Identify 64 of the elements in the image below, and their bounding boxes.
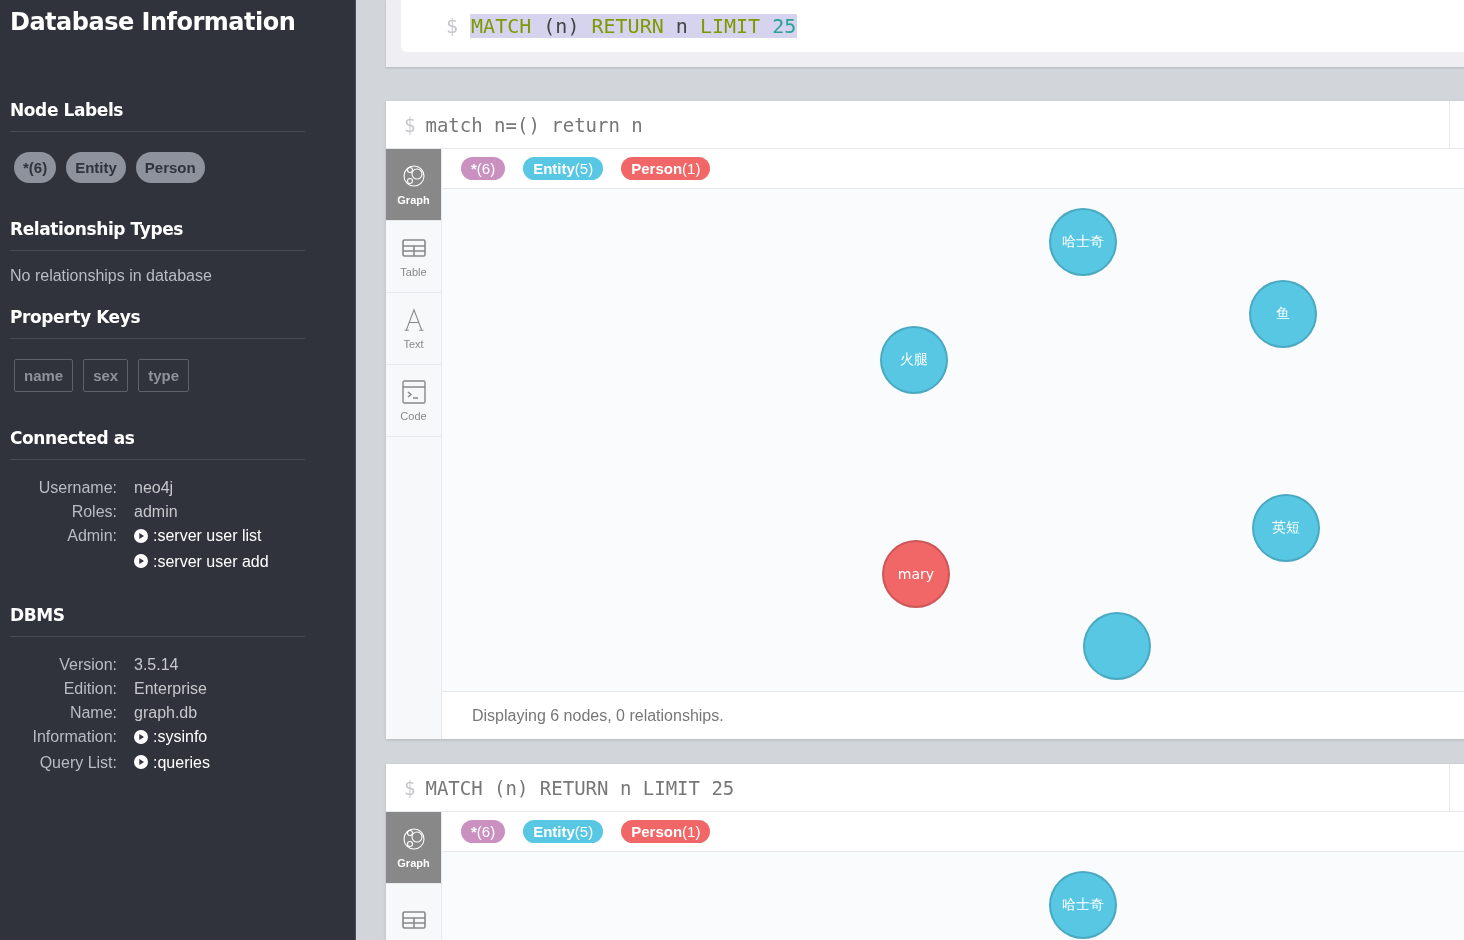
view-tab[interactable]: Text bbox=[386, 293, 441, 365]
terminal-icon bbox=[401, 379, 426, 404]
field-label: Version: bbox=[59, 656, 117, 673]
section-heading: DBMS bbox=[10, 605, 305, 637]
empty-note: No relationships in database bbox=[10, 267, 213, 285]
label-chip[interactable]: Entity bbox=[66, 152, 126, 183]
label-chip[interactable]: Entity(5) bbox=[523, 820, 604, 843]
field-label: Admin: bbox=[67, 527, 117, 544]
label-chip[interactable]: *(6) bbox=[461, 157, 506, 180]
play-icon bbox=[134, 528, 148, 543]
section-heading: Node Labels bbox=[10, 100, 305, 132]
prompt-sign: $ bbox=[446, 14, 459, 38]
prompt-sign: $ bbox=[404, 113, 416, 136]
field-label: Roles: bbox=[71, 503, 117, 520]
field-value: neo4j bbox=[134, 479, 174, 496]
section-heading: Relationship Types bbox=[10, 219, 305, 251]
command-link[interactable]: :server user list bbox=[134, 525, 262, 546]
label-chip[interactable]: Person(1) bbox=[621, 157, 711, 180]
label-chip[interactable]: *(6) bbox=[14, 152, 57, 183]
query-text[interactable]: match n=() return n bbox=[425, 113, 1449, 136]
graph-node[interactable]: 英短 bbox=[1252, 494, 1320, 562]
label-chip[interactable]: Entity(5) bbox=[523, 157, 604, 180]
section-heading: Property Keys bbox=[10, 307, 305, 339]
graph-node[interactable]: 鱼 bbox=[1249, 280, 1317, 348]
query-text: MATCH (n) RETURN n LIMIT 25 bbox=[470, 14, 798, 38]
query-editor[interactable]: $ MATCH (n) RETURN n LIMIT 25 bbox=[401, 0, 1464, 52]
field-label: Username: bbox=[38, 479, 117, 496]
view-tab[interactable]: Code bbox=[386, 365, 441, 437]
view-tab[interactable]: Graph bbox=[386, 812, 441, 884]
graph-node[interactable]: 哈士奇 bbox=[1049, 871, 1117, 939]
property-key[interactable]: sex bbox=[83, 359, 129, 392]
status-text: Displaying 6 nodes, 0 relationships. bbox=[472, 706, 724, 725]
view-tab[interactable]: Table bbox=[386, 221, 441, 293]
graph-icon bbox=[401, 826, 426, 851]
graph-canvas[interactable]: 哈士奇 bbox=[442, 852, 1464, 940]
command-link[interactable]: :server user add bbox=[134, 550, 269, 572]
graph-node[interactable]: 哈士奇 bbox=[1049, 208, 1117, 276]
field-label: Edition: bbox=[63, 680, 117, 697]
prompt-sign: $ bbox=[404, 776, 416, 799]
view-tab[interactable]: Graph bbox=[386, 149, 441, 221]
property-key[interactable]: name bbox=[14, 359, 74, 392]
label-chip[interactable]: Person(1) bbox=[621, 820, 711, 843]
graph-node[interactable]: 火腿 bbox=[880, 326, 948, 394]
graph-canvas[interactable]: 哈士奇 鱼 火腿 英短 mary bbox=[442, 189, 1464, 691]
label-chip[interactable]: Person bbox=[135, 152, 205, 183]
property-key[interactable]: type bbox=[138, 359, 190, 392]
graph-icon bbox=[401, 163, 426, 188]
play-icon bbox=[134, 554, 148, 568]
command-link[interactable]: :queries bbox=[134, 751, 210, 773]
field-label: Information: bbox=[32, 728, 117, 745]
field-label: Query List: bbox=[39, 753, 117, 771]
graph-node[interactable]: mary bbox=[882, 540, 950, 608]
field-value: graph.db bbox=[134, 704, 198, 721]
play-icon bbox=[134, 729, 148, 744]
field-value: 3.5.14 bbox=[134, 656, 179, 673]
field-value: admin bbox=[134, 503, 178, 520]
sidebar-title: Database Information bbox=[10, 7, 297, 38]
query-text[interactable]: MATCH (n) RETURN n LIMIT 25 bbox=[425, 776, 1449, 799]
field-value: Enterprise bbox=[134, 680, 207, 697]
field-label: Name: bbox=[69, 704, 117, 721]
label-chip[interactable]: *(6) bbox=[461, 820, 506, 843]
play-icon bbox=[134, 755, 148, 769]
command-link[interactable]: :sysinfo bbox=[134, 726, 208, 747]
section-heading: Connected as bbox=[10, 428, 305, 460]
